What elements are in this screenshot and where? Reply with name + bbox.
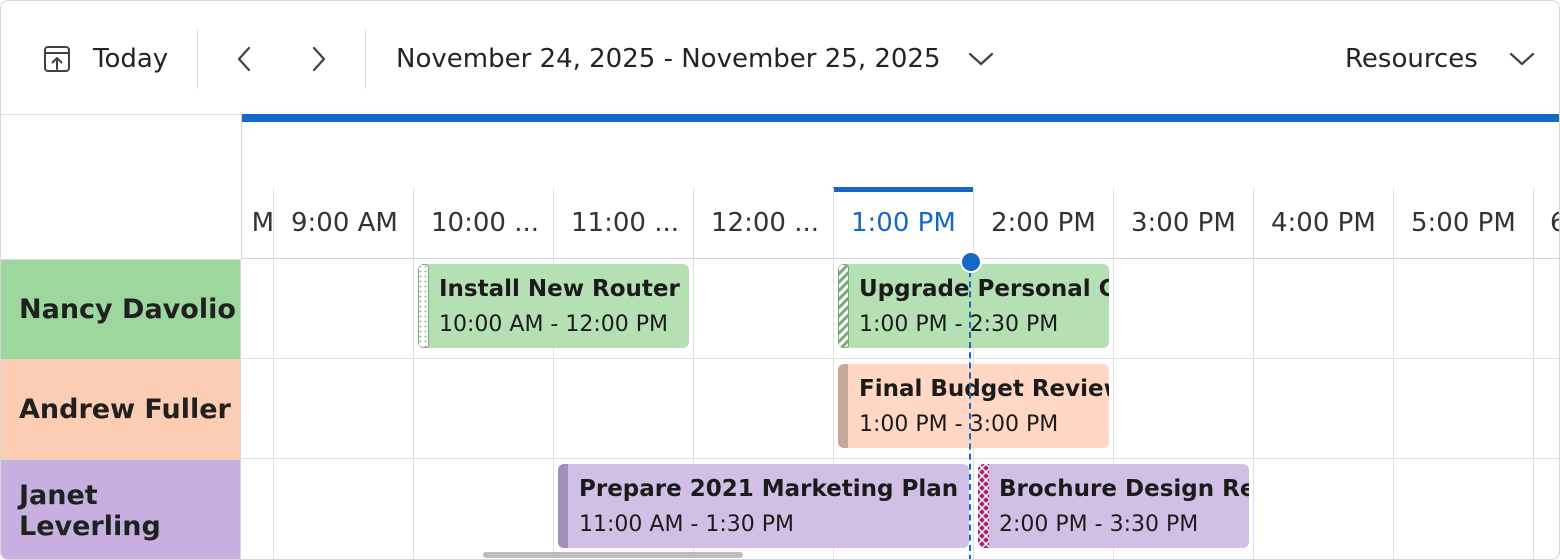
current-time-line [969,261,971,559]
resource-header-cell [1,115,242,259]
date-range-picker[interactable]: November 24, 2025 - November 25, 2025 [396,37,995,81]
event-title: Final Budget Review [859,376,1109,402]
scheduler: Today November 24, 2025 - November 25, 2… [0,0,1560,560]
time-slot-label: 10:00 ... [431,208,539,238]
time-slot-current[interactable]: 1:00 PM [833,188,973,258]
today-label: Today [93,44,169,74]
time-slot[interactable]: 10:00 ... [413,188,553,258]
event-final-budget-review[interactable]: Final Budget Review 1:00 PM - 3:00 PM [838,364,1109,448]
event-status-bar [418,264,429,348]
next-button[interactable] [298,39,338,79]
date-range-label: November 24, 2025 - November 25, 2025 [396,44,941,74]
time-slot[interactable]: 2:00 PM [973,188,1113,258]
today-button[interactable]: Today [41,37,168,81]
grid-line [273,259,274,559]
current-time-dot [960,251,982,273]
event-time: 1:00 PM - 3:00 PM [859,412,1059,437]
resources-dropdown[interactable]: Resources [1345,37,1536,81]
time-slot[interactable]: 4:00 PM [1253,188,1393,258]
time-slot-partial: 6 [1533,188,1559,258]
time-slot[interactable]: 9:00 AM [273,188,413,258]
horizontal-scrollbar[interactable] [483,552,743,558]
event-status-bar [838,264,849,348]
time-slot-label: 12:00 ... [711,208,819,238]
event-prepare-marketing-plan[interactable]: Prepare 2021 Marketing Plan 11:00 AM - 1… [558,464,969,548]
chevron-left-icon [237,46,251,72]
scheduler-toolbar: Today November 24, 2025 - November 25, 2… [1,1,1559,115]
resource-andrew-fuller[interactable]: Andrew Fuller [1,359,241,459]
chevron-right-icon [312,46,326,72]
chevron-down-icon [968,52,993,66]
event-status-bar [838,364,848,448]
grid-row-line [242,458,1559,459]
event-time: 11:00 AM - 1:30 PM [579,512,794,537]
resource-janet-leverling[interactable]: Janet Leverling [1,459,241,559]
time-slot-label: 6 [1550,208,1559,238]
time-slot-partial: M [214,188,274,258]
grid-row-line [242,358,1559,359]
event-install-new-router[interactable]: Install New Router in Dev Room 10:00 AM … [418,264,689,348]
resource-nancy-davolio[interactable]: Nancy Davolio [1,259,241,359]
previous-button[interactable] [225,39,265,79]
resource-name: Andrew Fuller [19,394,231,425]
today-icon [44,46,70,72]
event-upgrade-personal-computers[interactable]: Upgrade Personal Computers 1:00 PM - 2:3… [838,264,1109,348]
event-title: Upgrade Personal Computers [859,276,1109,302]
time-slot-label: 9:00 AM [291,208,398,238]
time-slot-label: 5:00 PM [1411,208,1516,238]
time-slot-label: 11:00 ... [571,208,679,238]
time-slot-label: 2:00 PM [991,208,1096,238]
time-slot[interactable]: 3:00 PM [1113,188,1253,258]
time-slot-label: 3:00 PM [1131,208,1236,238]
event-title: Brochure Design Review [999,476,1249,502]
grid-line [413,259,414,559]
time-slot-label: 4:00 PM [1271,208,1376,238]
event-time: 2:00 PM - 3:30 PM [999,512,1199,537]
time-slot[interactable]: 12:00 ... [693,188,833,258]
resource-name: Nancy Davolio [19,294,236,325]
event-time: 10:00 AM - 12:00 PM [439,312,668,337]
event-status-bar [558,464,568,548]
event-time: 1:00 PM - 2:30 PM [859,312,1059,337]
chevron-down-icon [1509,52,1534,66]
toolbar-divider [197,29,198,89]
time-header: M 9:00 AM 10:00 ... 11:00 ... 12:00 ... … [242,122,1559,259]
grid-line [1533,259,1534,559]
resource-name: Janet Leverling [19,479,161,542]
resources-label: Resources [1345,44,1478,74]
time-slot-label: 1:00 PM [851,208,956,238]
time-slot[interactable]: 5:00 PM [1393,188,1533,258]
time-slot[interactable]: 11:00 ... [553,188,693,258]
grid-line [1253,259,1254,559]
date-header-bar [242,114,1559,122]
event-title: Prepare 2021 Marketing Plan [579,476,959,502]
grid-line [1393,259,1394,559]
event-status-bar [978,464,989,548]
event-brochure-design-review[interactable]: Brochure Design Review 2:00 PM - 3:30 PM [978,464,1249,548]
event-title: Install New Router in Dev Room [439,276,689,302]
toolbar-divider [365,29,366,89]
time-slot-label: M [251,208,274,238]
